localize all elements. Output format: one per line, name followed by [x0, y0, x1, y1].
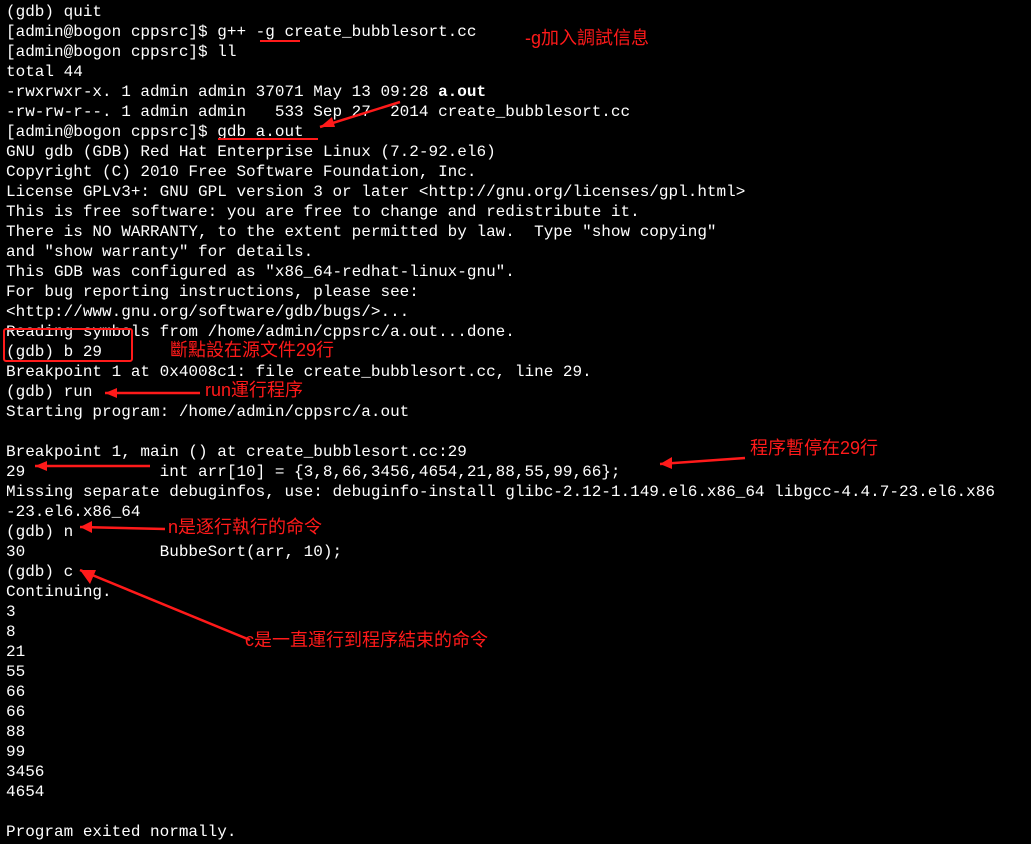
terminal-line: 30 BubbeSort(arr, 10);: [6, 542, 1025, 562]
terminal-text: 4654: [6, 783, 44, 801]
terminal-text: License GPLv3+: GNU GPL version 3 or lat…: [6, 183, 745, 201]
terminal-text: Copyright (C) 2010 Free Software Foundat…: [6, 163, 476, 181]
terminal-line: 21: [6, 642, 1025, 662]
terminal-text: (gdb) run: [6, 383, 92, 401]
terminal-line: 3: [6, 602, 1025, 622]
terminal-text: 21: [6, 643, 25, 661]
terminal-line: This GDB was configured as "x86_64-redha…: [6, 262, 1025, 282]
terminal-line: (gdb) c: [6, 562, 1025, 582]
terminal-line: 3456: [6, 762, 1025, 782]
annotation-g-flag: -g加入調試信息: [525, 28, 649, 48]
terminal-output: (gdb) quit [admin@bogon cppsrc]$ g++ -g c…: [0, 0, 1031, 844]
terminal-text: Continuing.: [6, 583, 112, 601]
terminal-line: (gdb) b 29: [6, 342, 1025, 362]
terminal-text: 66: [6, 703, 25, 721]
terminal-line: 29 int arr[10] = {3,8,66,3456,4654,21,88…: [6, 462, 1025, 482]
annotation-n-cmd: n是逐行執行的命令: [168, 517, 322, 537]
terminal-text: Breakpoint 1 at 0x4008c1: file create_bu…: [6, 363, 592, 381]
terminal-line: GNU gdb (GDB) Red Hat Enterprise Linux (…: [6, 142, 1025, 162]
terminal-line: [admin@bogon cppsrc]$ gdb a.out: [6, 122, 1025, 142]
terminal-text: 3456: [6, 763, 44, 781]
terminal-line: (gdb) quit: [6, 2, 1025, 22]
annotation-pause29: 程序暫停在29行: [750, 438, 878, 458]
terminal-text: [admin@bogon cppsrc]$ ll: [6, 43, 236, 61]
terminal-text: 99: [6, 743, 25, 761]
terminal-line: 88: [6, 722, 1025, 742]
terminal-text: -rw-rw-r--. 1 admin admin 533 Sep 27 201…: [6, 103, 630, 121]
terminal-text: total 44: [6, 63, 83, 81]
terminal-line: There is NO WARRANTY, to the extent perm…: [6, 222, 1025, 242]
terminal-text: (gdb) n: [6, 523, 73, 541]
terminal-text: (gdb) c: [6, 563, 73, 581]
terminal-text: Breakpoint 1, main () at create_bubbleso…: [6, 443, 467, 461]
terminal-text: [admin@bogon cppsrc]$ g++ -g create_bubb…: [6, 23, 476, 41]
terminal-text: -23.el6.x86_64: [6, 503, 140, 521]
terminal-line: and "show warranty" for details.: [6, 242, 1025, 262]
terminal-text: 29 int arr[10] = {3,8,66,3456,4654,21,88…: [6, 463, 621, 481]
terminal-line: -rwxrwxr-x. 1 admin admin 37071 May 13 0…: [6, 82, 1025, 102]
terminal-text: This GDB was configured as "x86_64-redha…: [6, 263, 515, 281]
terminal-line: Breakpoint 1 at 0x4008c1: file create_bu…: [6, 362, 1025, 382]
terminal-text: There is NO WARRANTY, to the extent perm…: [6, 223, 717, 241]
terminal-text: 88: [6, 723, 25, 741]
terminal-line: 4654: [6, 782, 1025, 802]
terminal-text: <http://www.gnu.org/software/gdb/bugs/>.…: [6, 303, 409, 321]
terminal-line: (gdb) n: [6, 522, 1025, 542]
terminal-text: GNU gdb (GDB) Red Hat Enterprise Linux (…: [6, 143, 496, 161]
terminal-line: This is free software: you are free to c…: [6, 202, 1025, 222]
terminal-line: 55: [6, 662, 1025, 682]
terminal-line: 66: [6, 682, 1025, 702]
terminal-text: (gdb) quit: [6, 3, 102, 21]
terminal-text: Program exited normally.: [6, 823, 236, 841]
terminal-text: Missing separate debuginfos, use: debugi…: [6, 483, 995, 501]
terminal-text: 55: [6, 663, 25, 681]
terminal-line: [admin@bogon cppsrc]$ g++ -g create_bubb…: [6, 22, 1025, 42]
terminal-text: -rwxrwxr-x. 1 admin admin 37071 May 13 0…: [6, 83, 438, 101]
terminal-line: Reading symbols from /home/admin/cppsrc/…: [6, 322, 1025, 342]
terminal-text: (gdb) b 29: [6, 343, 102, 361]
terminal-line: License GPLv3+: GNU GPL version 3 or lat…: [6, 182, 1025, 202]
terminal-line: -23.el6.x86_64: [6, 502, 1025, 522]
terminal-text: This is free software: you are free to c…: [6, 203, 640, 221]
terminal-text: 8: [6, 623, 16, 641]
terminal-line: (gdb) run: [6, 382, 1025, 402]
terminal-text: [admin@bogon cppsrc]$ gdb a.out: [6, 123, 304, 141]
terminal-text: and "show warranty" for details.: [6, 243, 313, 261]
terminal-line: -rw-rw-r--. 1 admin admin 533 Sep 27 201…: [6, 102, 1025, 122]
terminal-text: a.out: [438, 83, 486, 101]
terminal-text: [6, 423, 16, 441]
terminal-text: 3: [6, 603, 16, 621]
terminal-line: Missing separate debuginfos, use: debugi…: [6, 482, 1025, 502]
terminal-line: For bug reporting instructions, please s…: [6, 282, 1025, 302]
terminal-line: Program exited normally.: [6, 822, 1025, 842]
terminal-text: For bug reporting instructions, please s…: [6, 283, 419, 301]
terminal-text: Starting program: /home/admin/cppsrc/a.o…: [6, 403, 409, 421]
terminal-text: 30 BubbeSort(arr, 10);: [6, 543, 342, 561]
terminal-line: [6, 802, 1025, 822]
terminal-text: 66: [6, 683, 25, 701]
annotation-c-cmd: c是一直運行到程序結束的命令: [245, 630, 488, 650]
terminal-line: 8: [6, 622, 1025, 642]
terminal-text: Reading symbols from /home/admin/cppsrc/…: [6, 323, 515, 341]
terminal-line: <http://www.gnu.org/software/gdb/bugs/>.…: [6, 302, 1025, 322]
terminal-line: Continuing.: [6, 582, 1025, 602]
annotation-run: run運行程序: [205, 380, 303, 400]
annotation-breakpoint29: 斷點設在源文件29行: [170, 340, 334, 360]
terminal-text: [6, 803, 16, 821]
terminal-line: total 44: [6, 62, 1025, 82]
terminal-line: Copyright (C) 2010 Free Software Foundat…: [6, 162, 1025, 182]
terminal-line: Starting program: /home/admin/cppsrc/a.o…: [6, 402, 1025, 422]
terminal-line: 66: [6, 702, 1025, 722]
terminal-line: 99: [6, 742, 1025, 762]
terminal-line: [admin@bogon cppsrc]$ ll: [6, 42, 1025, 62]
